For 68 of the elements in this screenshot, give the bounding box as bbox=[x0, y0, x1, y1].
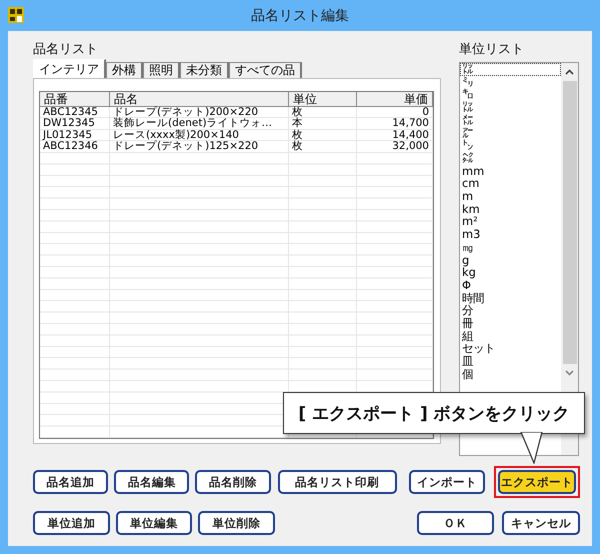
dialog-button[interactable]: 品名削除 bbox=[195, 470, 271, 494]
list-item[interactable]: 時間 bbox=[460, 292, 561, 304]
list-item[interactable]: ㎎ bbox=[460, 240, 561, 254]
list-item[interactable]: g bbox=[460, 254, 561, 266]
dialog-button[interactable]: 単位追加 bbox=[33, 511, 110, 535]
dialog-button[interactable]: 単位編集 bbox=[116, 511, 192, 535]
list-item[interactable]: ㌔ bbox=[460, 88, 561, 102]
table-cell: ドレープ(デネット)125×220 bbox=[110, 141, 289, 153]
table-cell: 0 bbox=[357, 107, 433, 118]
list-item[interactable]: 冊 bbox=[460, 317, 561, 330]
dialog-button[interactable]: キャンセル bbox=[502, 511, 580, 535]
panel-label: 単位リスト bbox=[459, 42, 525, 58]
table-cell: ABC12345 bbox=[40, 107, 110, 118]
table-cell: 14,700 bbox=[357, 118, 433, 130]
tab[interactable]: 照明 bbox=[143, 62, 180, 78]
column-header[interactable]: 単価 bbox=[357, 92, 433, 107]
table-cell: 装飾レール(denet)ライトウォ… bbox=[110, 118, 289, 130]
table-cell: ドレープ(デネット)200×220 bbox=[110, 107, 289, 118]
column-header[interactable]: 品名 bbox=[110, 92, 289, 107]
table-cell: 32,000 bbox=[357, 141, 433, 153]
table-cell: 14,400 bbox=[357, 130, 433, 142]
table-cell: 本 bbox=[289, 118, 357, 130]
list-item[interactable]: Φ bbox=[460, 278, 561, 292]
list-item[interactable]: m² bbox=[460, 215, 561, 228]
list-item[interactable]: km bbox=[460, 202, 561, 216]
list-item[interactable]: ㌃ bbox=[460, 126, 561, 140]
list-item[interactable]: ㍉ bbox=[460, 76, 561, 88]
list-item[interactable]: ㍍ bbox=[460, 114, 561, 127]
tab[interactable]: すべての品 bbox=[229, 62, 302, 78]
list-item[interactable]: ㍑ bbox=[460, 101, 561, 114]
dialog-button[interactable]: 品名追加 bbox=[33, 470, 108, 494]
table-cell: 枚 bbox=[289, 130, 357, 142]
dialog-button[interactable]: インポート bbox=[408, 470, 485, 494]
window-title: 品名リスト編集 bbox=[251, 6, 349, 24]
tab[interactable]: 未分類 bbox=[180, 62, 229, 78]
list-item[interactable]: m bbox=[460, 190, 561, 203]
callout-text: [ エクスポート ] ボタンをクリック bbox=[298, 402, 570, 424]
table-cell: DW12345 bbox=[40, 118, 110, 130]
list-item[interactable]: セット bbox=[460, 342, 561, 356]
list-item[interactable]: ㍑ bbox=[460, 63, 561, 76]
list-item[interactable]: m3 bbox=[460, 228, 561, 241]
tab[interactable]: インテリア bbox=[33, 59, 106, 78]
table-cell: JL012345 bbox=[40, 130, 110, 142]
table-cell: ABC12346 bbox=[40, 141, 110, 153]
list-item[interactable]: ㌧ bbox=[460, 139, 561, 152]
column-header[interactable]: 品番 bbox=[40, 92, 110, 107]
list-item[interactable]: 皿 bbox=[460, 355, 561, 368]
list-item[interactable]: kg bbox=[460, 266, 561, 279]
scroll-up-icon[interactable] bbox=[565, 69, 574, 75]
panel-label: 品名リスト bbox=[33, 42, 99, 58]
list-item[interactable]: mm bbox=[460, 164, 561, 178]
table-cell: 枚 bbox=[289, 141, 357, 153]
tab[interactable]: 外構 bbox=[106, 62, 143, 78]
dialog-button[interactable]: ＯＫ bbox=[416, 511, 494, 535]
column-header[interactable]: 単位 bbox=[289, 92, 357, 107]
list-item[interactable]: 組 bbox=[460, 330, 561, 342]
export-button[interactable]: エクスポート bbox=[498, 470, 576, 494]
app-icon bbox=[8, 7, 24, 23]
list-item[interactable]: 分 bbox=[460, 304, 561, 318]
table-cell: 枚 bbox=[289, 107, 357, 118]
list-item[interactable]: 個 bbox=[460, 368, 561, 381]
dialog-button[interactable]: 品名編集 bbox=[114, 470, 190, 494]
scroll-down-icon[interactable] bbox=[565, 370, 574, 376]
dialog-button[interactable]: 単位削除 bbox=[198, 511, 275, 535]
dialog-button[interactable]: 品名リスト印刷 bbox=[278, 470, 397, 494]
list-item[interactable]: ㌶ bbox=[460, 152, 561, 165]
list-item[interactable]: cm bbox=[460, 177, 561, 190]
table-cell: レース(xxxx製)200×140 bbox=[110, 130, 289, 142]
